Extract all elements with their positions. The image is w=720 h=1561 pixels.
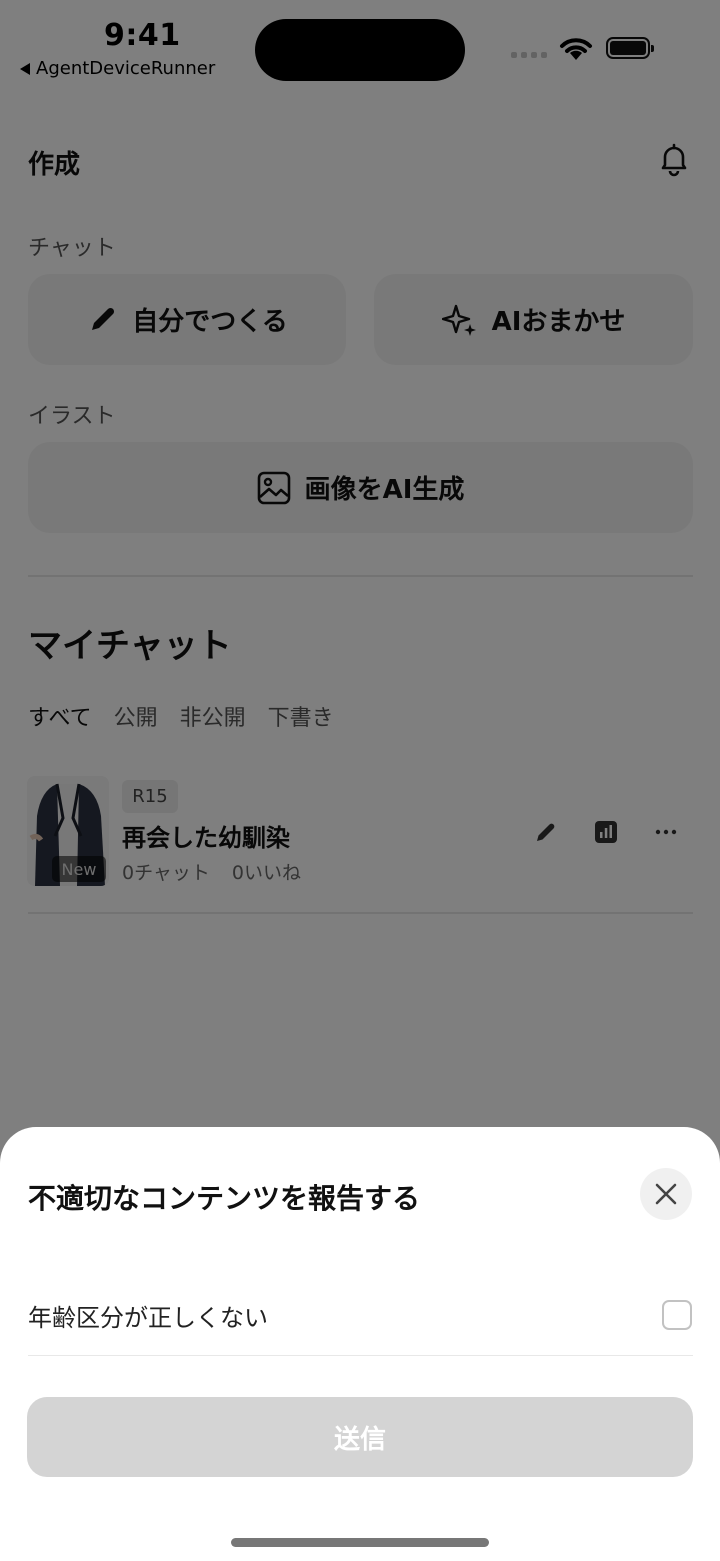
submit-button[interactable]: 送信 <box>27 1397 693 1477</box>
option-checkbox[interactable] <box>662 1300 692 1330</box>
option-label: 年齢区分が正しくない <box>28 1303 268 1332</box>
report-sheet: 不適切なコンテンツを報告する 年齢区分が正しくない 送信 <box>0 1127 720 1561</box>
report-option-row[interactable]: 年齢区分が正しくない <box>28 1275 693 1356</box>
close-button[interactable] <box>640 1168 692 1220</box>
close-icon <box>655 1183 677 1205</box>
home-indicator <box>231 1538 489 1547</box>
sheet-title: 不適切なコンテンツを報告する <box>28 1182 421 1215</box>
